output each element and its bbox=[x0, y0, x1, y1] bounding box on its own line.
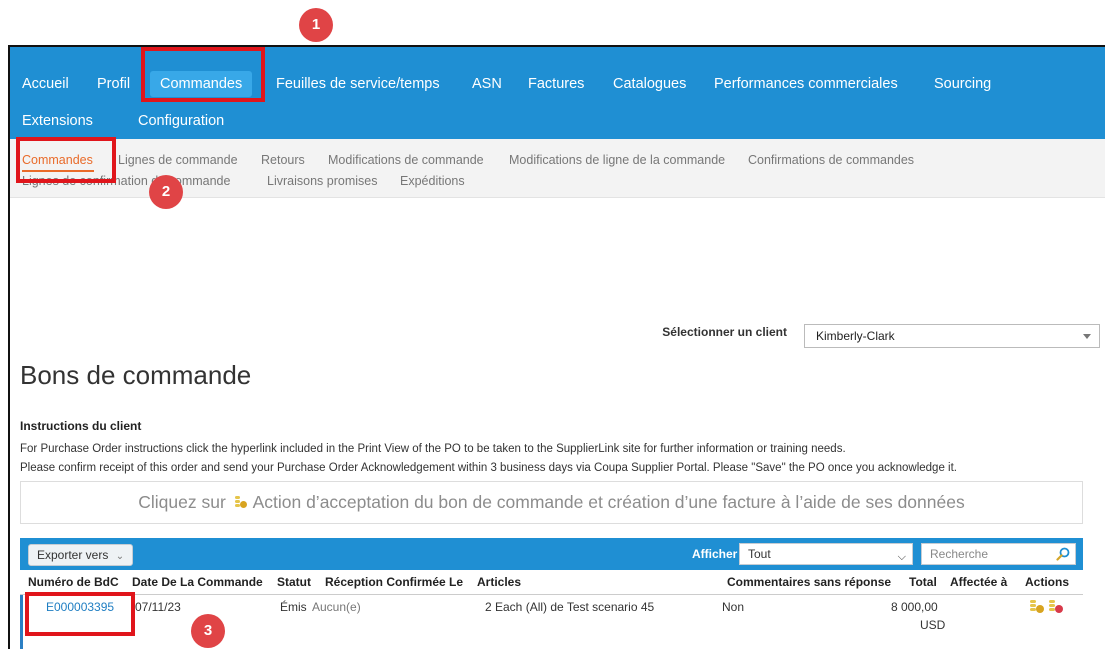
table-header: Numéro de BdC Date De La Commande Statut… bbox=[20, 570, 1083, 595]
invoice-coin-icon[interactable] bbox=[1048, 600, 1064, 614]
total-currency: USD bbox=[920, 618, 946, 632]
subnav-retours[interactable]: Retours bbox=[261, 152, 305, 168]
subnav-confirmations-de-commandes[interactable]: Confirmations de commandes bbox=[748, 152, 914, 168]
column-header-status[interactable]: Statut bbox=[277, 575, 311, 589]
nav-configuration[interactable]: Configuration bbox=[138, 112, 224, 130]
export-button[interactable]: Exporter vers ⌄ bbox=[28, 544, 134, 566]
subnav-lignes-de-commande[interactable]: Lignes de commande bbox=[118, 152, 238, 168]
app-window: Accueil Profil Commandes Feuilles de ser… bbox=[8, 45, 1105, 649]
instructions-line: Please confirm receipt of this order and… bbox=[20, 462, 957, 474]
column-header-assigned[interactable]: Affectée à bbox=[950, 575, 1007, 589]
table-toolbar: Exporter vers ⌄ Afficher Tout ⌵ Recherch… bbox=[20, 538, 1083, 570]
column-header-actions: Actions bbox=[1025, 575, 1070, 589]
chevron-down-icon: ⌵ bbox=[897, 551, 906, 563]
acknowledge-hint-banner: Cliquez sur Action d’acceptation du bon … bbox=[20, 481, 1083, 524]
dropdown-caret-icon bbox=[1083, 334, 1091, 339]
banner-prefix: Cliquez sur bbox=[138, 492, 226, 512]
nav-factures[interactable]: Factures bbox=[528, 75, 584, 93]
column-header-comments[interactable]: Commentaires sans réponse bbox=[727, 575, 891, 589]
search-placeholder: Recherche bbox=[930, 547, 989, 561]
nav-catalogues[interactable]: Catalogues bbox=[613, 75, 686, 93]
subnav-modifications-de-ligne[interactable]: Modifications de ligne de la commande bbox=[509, 152, 725, 168]
column-header-po-number[interactable]: Numéro de BdC bbox=[28, 575, 119, 589]
acknowledge-coin-icon[interactable] bbox=[1029, 600, 1045, 614]
show-filter-value: Tout bbox=[748, 547, 771, 561]
client-select-value: Kimberly-Clark bbox=[816, 329, 895, 343]
annotation-box-commandes-tab bbox=[141, 47, 265, 102]
annotation-badge-2: 2 bbox=[149, 175, 183, 209]
total-amount: 8 000,00 bbox=[891, 600, 938, 614]
nav-sourcing[interactable]: Sourcing bbox=[934, 75, 991, 93]
page-title: Bons de commande bbox=[20, 360, 252, 390]
chevron-down-icon: ⌄ bbox=[115, 551, 125, 562]
nav-profil[interactable]: Profil bbox=[97, 75, 130, 93]
show-filter-select[interactable]: Tout ⌵ bbox=[739, 543, 913, 565]
subnav-modifications-de-commande[interactable]: Modifications de commande bbox=[328, 152, 484, 168]
table-row: E000003395 07/11/23 Émis Aucun(e) 2 Each… bbox=[20, 595, 1083, 649]
search-icon[interactable] bbox=[1056, 547, 1070, 561]
nav-accueil[interactable]: Accueil bbox=[22, 75, 69, 93]
column-header-items[interactable]: Articles bbox=[477, 575, 521, 589]
show-filter-label: Afficher bbox=[692, 547, 738, 561]
column-header-order-date[interactable]: Date De La Commande bbox=[132, 575, 263, 589]
order-date: 07/11/23 bbox=[135, 600, 181, 614]
confirmed-on: Aucun(e) bbox=[312, 600, 361, 614]
search-input[interactable]: Recherche bbox=[921, 543, 1076, 565]
nav-asn[interactable]: ASN bbox=[472, 75, 502, 93]
client-select[interactable]: Kimberly-Clark bbox=[804, 324, 1100, 348]
annotation-badge-3: 3 bbox=[191, 614, 225, 648]
subnav-livraisons-promises[interactable]: Livraisons promises bbox=[267, 173, 377, 189]
coin-stack-icon bbox=[233, 495, 247, 509]
subnav-expeditions[interactable]: Expéditions bbox=[400, 173, 465, 189]
annotation-box-commandes-subtab bbox=[16, 137, 116, 183]
export-button-label: Exporter vers bbox=[37, 548, 109, 562]
annotation-badge-1: 1 bbox=[299, 8, 333, 42]
instructions-line: For Purchase Order instructions click th… bbox=[20, 443, 846, 455]
order-items: 2 Each (All) de Test scenario 45 bbox=[485, 600, 655, 614]
nav-extensions[interactable]: Extensions bbox=[22, 112, 93, 130]
column-header-total[interactable]: Total bbox=[909, 575, 937, 589]
order-status: Émis bbox=[280, 600, 307, 614]
client-select-label: Sélectionner un client bbox=[662, 325, 787, 339]
column-header-confirmed[interactable]: Réception Confirmée Le bbox=[325, 575, 463, 589]
nav-feuilles-de-service[interactable]: Feuilles de service/temps bbox=[276, 75, 440, 93]
annotation-box-po-number bbox=[25, 592, 135, 636]
unanswered-comments: Non bbox=[722, 600, 745, 614]
instructions-heading: Instructions du client bbox=[20, 419, 142, 433]
nav-performances-commerciales[interactable]: Performances commerciales bbox=[714, 75, 898, 93]
banner-suffix: Action d’acceptation du bon de commande … bbox=[252, 492, 965, 512]
